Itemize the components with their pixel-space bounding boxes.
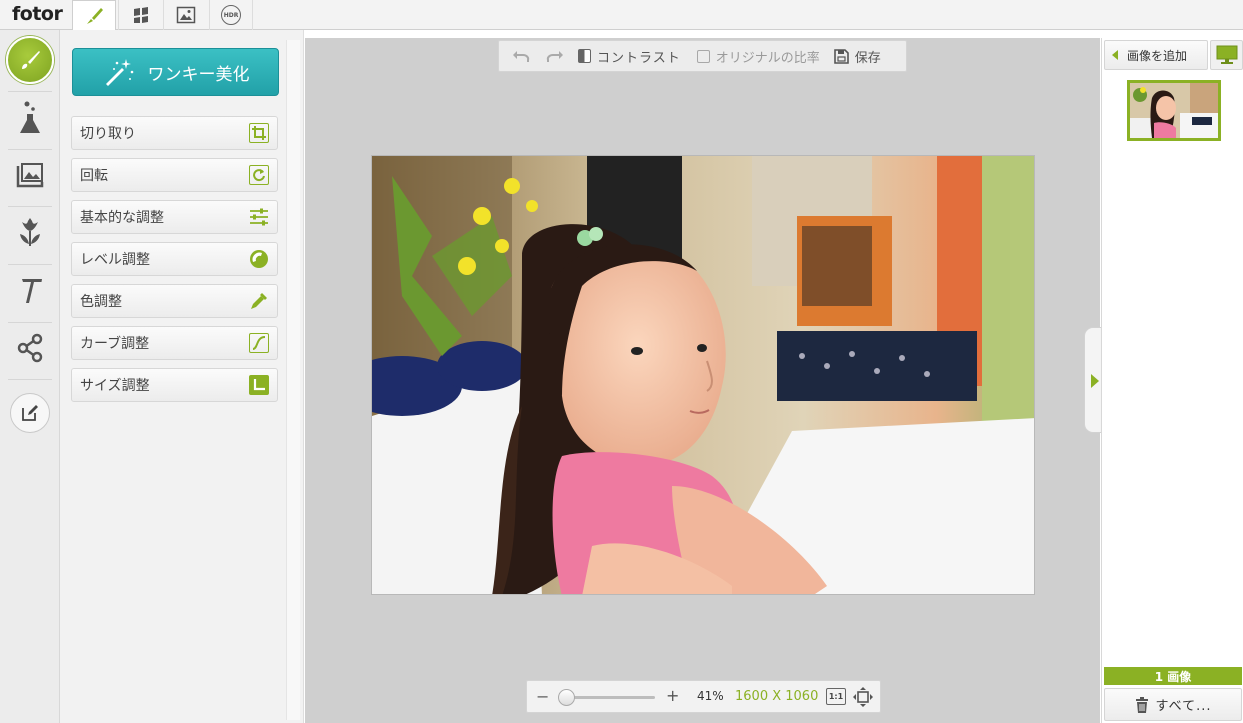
- tool-rotate-label: 回転: [80, 168, 108, 184]
- tool-crop-label: 切り取り: [80, 126, 136, 142]
- caret-left-icon: [1112, 50, 1118, 60]
- display-toggle-button[interactable]: [1210, 40, 1243, 70]
- tab-image[interactable]: [163, 0, 207, 30]
- zoom-out-button[interactable]: −: [536, 687, 549, 706]
- image-count-bar: 1 画像: [1104, 667, 1242, 685]
- tool-color-adjust-button[interactable]: 色調整: [71, 284, 278, 318]
- hdr-label: HDR: [223, 11, 239, 19]
- expand-panel-handle[interactable]: [1084, 327, 1102, 433]
- tulip-icon: [20, 218, 40, 246]
- image-dimensions: 1600 X 1060: [735, 689, 819, 704]
- zoom-in-button[interactable]: +: [666, 686, 679, 705]
- save-icon: [833, 48, 849, 64]
- nav-text[interactable]: [6, 266, 54, 314]
- original-ratio-label: オリジナルの比率: [715, 50, 820, 66]
- image-count-label: 1 画像: [1154, 669, 1192, 684]
- tool-level-adjust-button[interactable]: レベル調整: [71, 242, 278, 276]
- fotor-logo: fotor: [12, 3, 63, 25]
- tab-hdr[interactable]: HDR: [209, 0, 253, 30]
- nav-share[interactable]: [6, 324, 54, 372]
- crop-icon: [249, 123, 269, 143]
- save-button[interactable]: 保存: [833, 47, 881, 66]
- nav-feedback[interactable]: [6, 389, 54, 437]
- trash-icon: [1135, 696, 1148, 713]
- one-key-enhance-label: ワンキー美化: [147, 64, 250, 85]
- left-icon-bar: [0, 30, 60, 723]
- tab-collage[interactable]: [118, 0, 162, 30]
- delete-all-button[interactable]: すべて...: [1104, 688, 1242, 721]
- text-icon: [22, 279, 42, 303]
- fit-screen-icon: [853, 687, 873, 707]
- original-ratio-toggle[interactable]: オリジナルの比率: [696, 47, 820, 66]
- contrast-label: コントラスト: [597, 50, 681, 66]
- one-to-one-icon: 1:1: [828, 692, 844, 701]
- save-label: 保存: [854, 50, 881, 66]
- nav-stickers[interactable]: [6, 208, 54, 256]
- magic-wand-icon: [105, 59, 133, 86]
- level-icon: [249, 249, 269, 269]
- one-key-enhance-button[interactable]: ワンキー美化: [72, 48, 279, 96]
- frame-icon: [16, 163, 44, 188]
- redo-icon[interactable]: [546, 49, 564, 63]
- top-bar: fotor HDR: [0, 0, 1243, 31]
- sliders-icon: [249, 207, 269, 227]
- resize-icon: [249, 375, 269, 395]
- tool-rotate-button[interactable]: 回転: [71, 158, 278, 192]
- zoom-slider[interactable]: [557, 689, 655, 706]
- add-image-button[interactable]: 画像を追加: [1104, 40, 1208, 70]
- tool-curve-adjust-button[interactable]: カーブ調整: [71, 326, 278, 360]
- edited-photo: [371, 155, 1035, 595]
- add-image-label: 画像を追加: [1127, 48, 1188, 63]
- brush-icon: [6, 36, 54, 84]
- undo-icon[interactable]: [512, 49, 530, 63]
- image-icon: [176, 6, 195, 24]
- zoom-slider-thumb[interactable]: [557, 689, 575, 706]
- curve-icon: [249, 333, 269, 353]
- tool-resize-label: サイズ調整: [80, 378, 150, 394]
- tool-curve-adjust-label: カーブ調整: [80, 336, 150, 352]
- monitor-icon: [1216, 45, 1237, 64]
- image-list-panel: 画像を追加 1 画像 すべて...: [1101, 38, 1243, 723]
- image-thumbnail[interactable]: [1127, 80, 1221, 141]
- edit-brush-icon: [87, 7, 103, 24]
- canvas-toolbar: コントラスト オリジナルの比率 保存: [498, 40, 907, 72]
- nav-effects[interactable]: [6, 94, 54, 142]
- nav-basic-edit[interactable]: [6, 36, 54, 84]
- rotate-icon: [249, 165, 269, 185]
- dropper-icon: [249, 291, 269, 311]
- tool-basic-adjust-button[interactable]: 基本的な調整: [71, 200, 278, 234]
- fit-screen-button[interactable]: [853, 687, 873, 711]
- contrast-toggle[interactable]: コントラスト: [578, 47, 681, 66]
- flask-icon: [20, 101, 40, 133]
- zoom-bar: − + 41% 1600 X 1060 1:1: [526, 680, 881, 713]
- tool-crop-button[interactable]: 切り取り: [71, 116, 278, 150]
- tool-color-adjust-label: 色調整: [80, 294, 122, 310]
- delete-all-label: すべて...: [1155, 699, 1212, 714]
- collage-icon: [133, 7, 148, 23]
- hdr-icon: HDR: [221, 5, 241, 25]
- zoom-percent: 41%: [697, 689, 724, 703]
- tool-resize-button[interactable]: サイズ調整: [71, 368, 278, 402]
- contrast-icon: [578, 49, 591, 63]
- tool-level-adjust-label: レベル調整: [80, 252, 150, 268]
- chevron-right-icon: [1091, 374, 1099, 388]
- tool-basic-adjust-label: 基本的な調整: [80, 210, 164, 226]
- share-icon: [17, 333, 43, 363]
- checkbox-icon: [696, 49, 710, 63]
- actual-size-button[interactable]: 1:1: [826, 688, 846, 705]
- edit-note-icon: [10, 393, 50, 433]
- tool-panel-scrollbar[interactable]: [286, 40, 300, 720]
- nav-frames[interactable]: [6, 151, 54, 199]
- tab-edit[interactable]: [72, 0, 116, 31]
